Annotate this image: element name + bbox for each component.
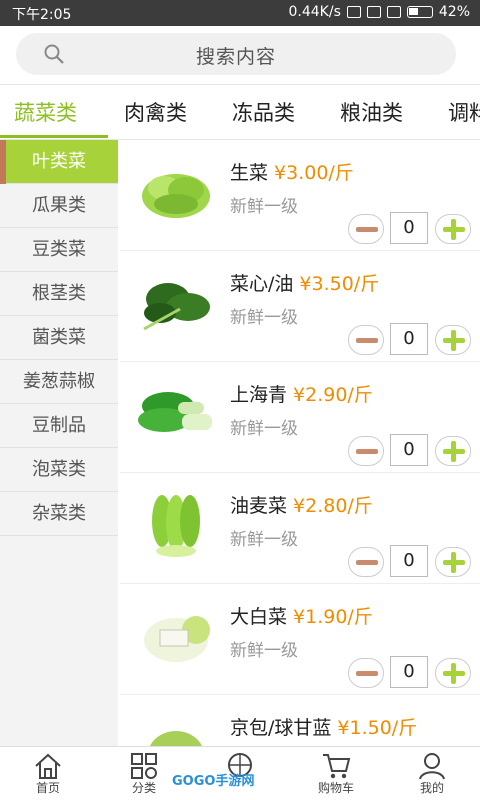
sidebar-item-beans[interactable]: 豆类菜 xyxy=(0,228,118,272)
sidebar-item-misc[interactable]: 杂菜类 xyxy=(0,492,118,536)
product-list: 生菜 ¥3.00/斤 新鲜一级 0 菜心/油 ¥3.50/斤 新鲜一级 0 上海… xyxy=(120,140,480,746)
tab-seasoning[interactable]: 调料 xyxy=(448,97,480,127)
sidebar-item-pickles[interactable]: 泡菜类 xyxy=(0,448,118,492)
search-bar: 搜索内容 xyxy=(0,26,480,84)
product-item[interactable]: 大白菜 ¥1.90/斤 新鲜一级 0 xyxy=(120,584,480,695)
product-title: 菜心/油 ¥3.50/斤 xyxy=(230,269,379,296)
cabbage-image xyxy=(144,616,210,662)
battery-percent: 42% xyxy=(438,4,470,20)
quantity-field[interactable]: 0 xyxy=(390,545,428,577)
quantity-field[interactable]: 0 xyxy=(390,212,428,244)
network-speed: 0.44K/s xyxy=(288,4,341,20)
product-item[interactable]: 油麦菜 ¥2.80/斤 新鲜一级 0 xyxy=(120,473,480,584)
sidebar-item-leafy[interactable]: 叶类菜 xyxy=(0,140,118,184)
tab-meat[interactable]: 肉禽类 xyxy=(124,97,187,127)
product-price: ¥3.50/斤 xyxy=(299,273,380,295)
nav-profile-label: 我的 xyxy=(419,781,444,795)
minus-button[interactable] xyxy=(348,658,384,688)
product-item[interactable]: 生菜 ¥3.00/斤 新鲜一级 0 xyxy=(120,140,480,251)
app-root: 下午2:05 0.44K/s 42% 搜索内容 蔬菜类 肉禽类 冻品类 粮油类 … xyxy=(0,0,480,800)
home-icon xyxy=(35,753,61,779)
plus-button[interactable] xyxy=(435,658,471,688)
product-desc: 新鲜一级 xyxy=(230,641,298,661)
signal-icon xyxy=(366,6,381,18)
product-name: 油麦菜 xyxy=(230,495,288,517)
product-title: 京包/球甘蓝 ¥1.50/斤 xyxy=(230,713,417,740)
round-cabbage-image xyxy=(150,731,202,746)
battery-icon xyxy=(406,6,433,18)
product-name: 上海青 xyxy=(230,384,288,406)
bok-choy-image xyxy=(138,392,212,432)
product-item[interactable]: 菜心/油 ¥3.50/斤 新鲜一级 0 xyxy=(120,251,480,362)
plus-button[interactable] xyxy=(435,547,471,577)
tab-vegetables[interactable]: 蔬菜类 xyxy=(14,97,77,127)
sidebar-item-melon[interactable]: 瓜果类 xyxy=(0,184,118,228)
subcategory-sidebar: 叶类菜 瓜果类 豆类菜 根茎类 菌类菜 姜葱蒜椒 豆制品 泡菜类 杂菜类 xyxy=(0,140,118,746)
product-name: 大白菜 xyxy=(230,606,288,628)
category-icon xyxy=(131,753,157,779)
search-placeholder: 搜索内容 xyxy=(195,46,276,68)
choy-sum-image xyxy=(143,283,210,331)
nav-profile[interactable]: 我的 xyxy=(384,747,480,800)
lettuce-image xyxy=(142,174,210,218)
status-time: 下午2:05 xyxy=(12,7,72,23)
product-desc: 新鲜一级 xyxy=(230,308,298,328)
sidebar-item-aromatics[interactable]: 姜葱蒜椒 xyxy=(0,360,118,404)
product-desc: 新鲜一级 xyxy=(230,419,298,439)
watermark-logo: GOGO手游网 xyxy=(172,774,255,789)
category-tabs: 蔬菜类 肉禽类 冻品类 粮油类 调料 xyxy=(0,84,480,140)
product-name: 生菜 xyxy=(230,162,269,184)
product-desc: 新鲜一级 xyxy=(230,197,298,217)
product-title: 生菜 ¥3.00/斤 xyxy=(230,158,354,185)
cart-icon xyxy=(323,754,351,779)
product-name: 菜心/油 xyxy=(230,273,294,295)
product-item[interactable]: 京包/球甘蓝 ¥1.50/斤 xyxy=(120,695,480,746)
plus-button[interactable] xyxy=(435,436,471,466)
tab-active-indicator xyxy=(0,135,108,138)
quantity-field[interactable]: 0 xyxy=(390,323,428,355)
nav-cart-label: 购物车 xyxy=(317,781,354,795)
status-bar: 下午2:05 0.44K/s 42% xyxy=(0,0,480,26)
minus-button[interactable] xyxy=(348,436,384,466)
sidebar-item-roots[interactable]: 根茎类 xyxy=(0,272,118,316)
status-right: 0.44K/s 42% xyxy=(289,4,471,20)
product-price: ¥2.90/斤 xyxy=(293,384,373,406)
quantity-field[interactable]: 0 xyxy=(390,434,428,466)
sidebar-item-tofu[interactable]: 豆制品 xyxy=(0,404,118,448)
sidebar-item-mushroom[interactable]: 菌类菜 xyxy=(0,316,118,360)
minus-button[interactable] xyxy=(348,214,384,244)
minus-button[interactable] xyxy=(348,547,384,577)
search-input[interactable]: 搜索内容 xyxy=(16,33,456,75)
plus-button[interactable] xyxy=(435,214,471,244)
product-price: ¥3.00/斤 xyxy=(274,162,354,184)
tab-grain-oil[interactable]: 粮油类 xyxy=(340,97,403,127)
alarm-icon xyxy=(346,6,361,18)
wifi-icon xyxy=(386,6,401,18)
nav-cart[interactable]: 购物车 xyxy=(288,747,384,800)
profile-icon xyxy=(419,753,445,780)
nav-home[interactable]: 首页 xyxy=(0,747,96,800)
product-title: 油麦菜 ¥2.80/斤 xyxy=(230,491,373,518)
product-name: 京包/球甘蓝 xyxy=(230,717,332,739)
nav-home-label: 首页 xyxy=(35,781,60,795)
product-price: ¥2.80/斤 xyxy=(293,495,373,517)
plus-button[interactable] xyxy=(435,325,471,355)
product-price: ¥1.50/斤 xyxy=(337,717,418,739)
quantity-field[interactable]: 0 xyxy=(390,656,428,688)
product-title: 大白菜 ¥1.90/斤 xyxy=(230,602,373,629)
product-item[interactable]: 上海青 ¥2.90/斤 新鲜一级 0 xyxy=(120,362,480,473)
tab-frozen[interactable]: 冻品类 xyxy=(232,97,295,127)
product-price: ¥1.90/斤 xyxy=(293,606,373,628)
product-title: 上海青 ¥2.90/斤 xyxy=(230,380,373,407)
lettuce-stem-image xyxy=(152,495,200,557)
product-desc: 新鲜一级 xyxy=(230,530,298,550)
minus-button[interactable] xyxy=(348,325,384,355)
